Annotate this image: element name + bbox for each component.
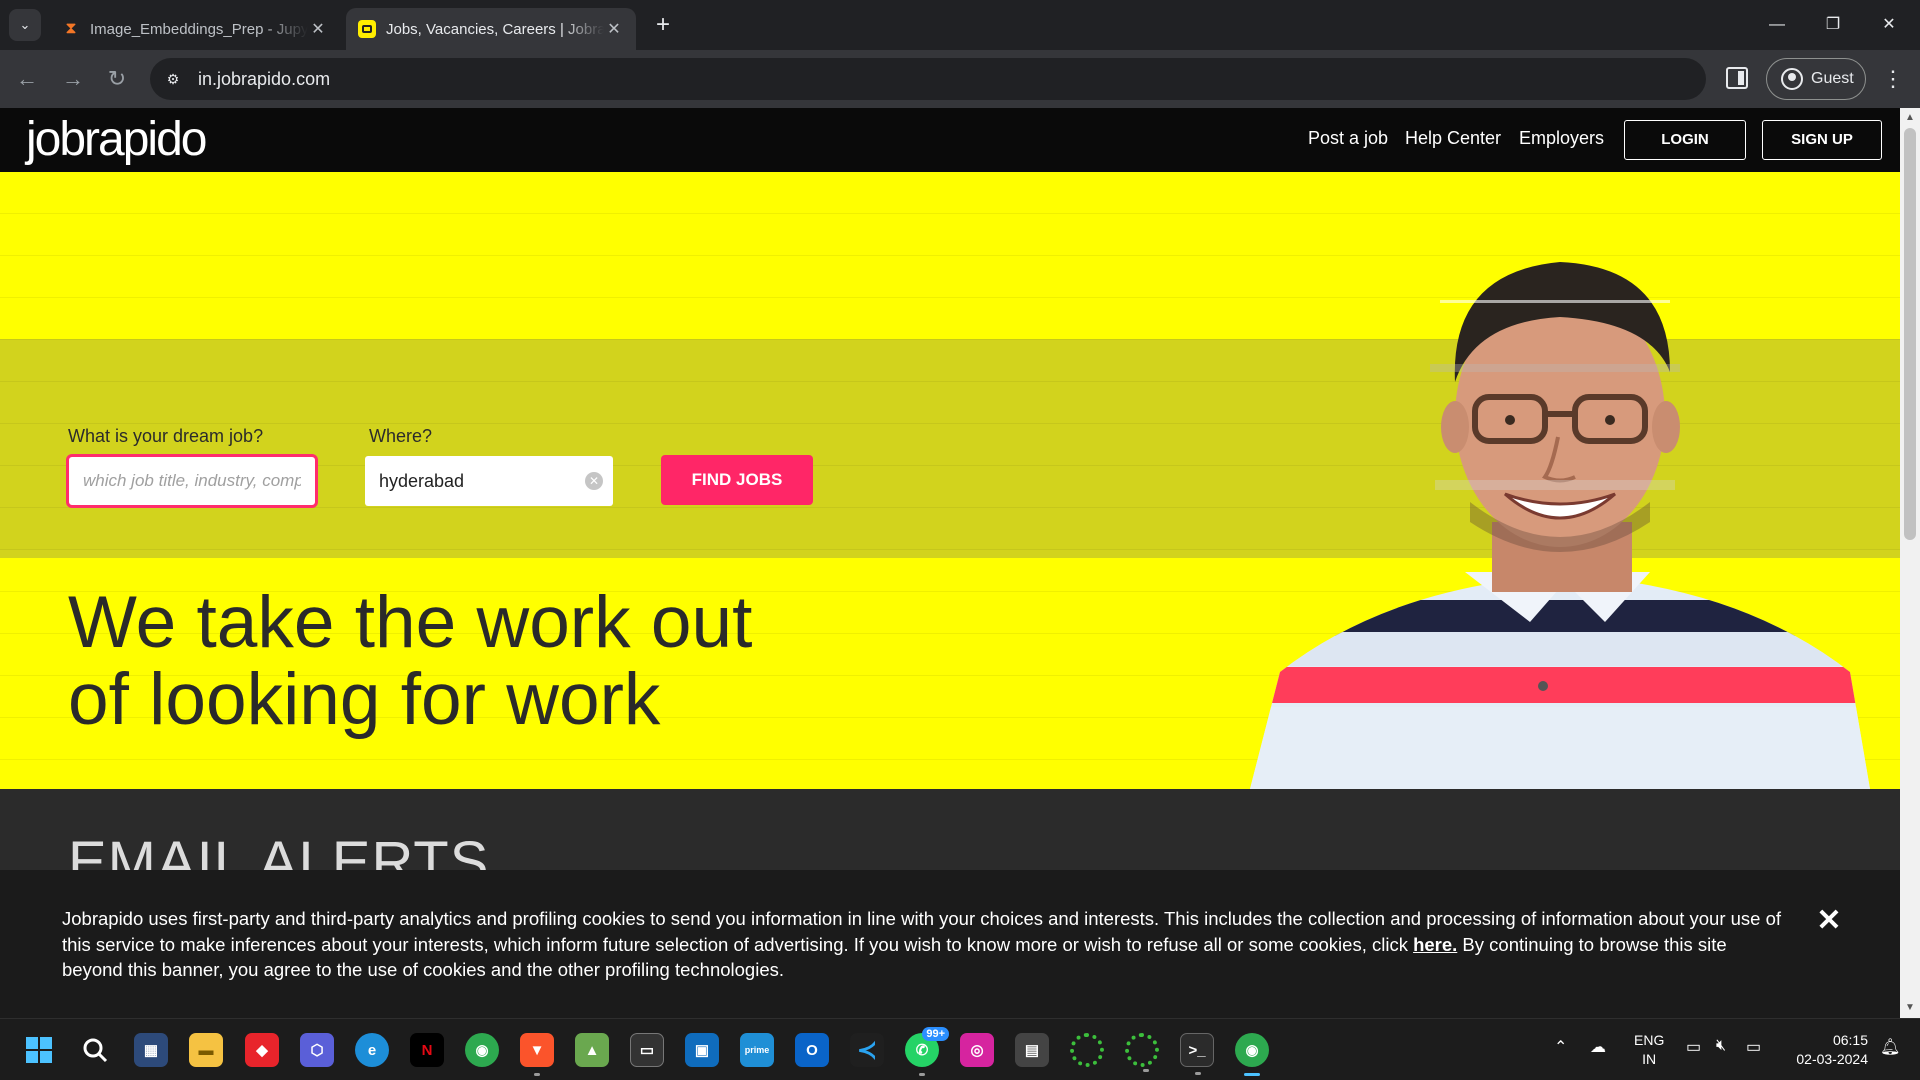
network-icon[interactable]: ▭ (1686, 1037, 1701, 1057)
windows-taskbar: ▦ ▬ ◆ ⬡ e N ◉ ▼ ▲ ▭ ▣ prime O ≺ ✆ 99+ ◎ ▤… (0, 1018, 1920, 1080)
whatsapp-badge: 99+ (922, 1027, 949, 1041)
language-indicator[interactable]: ENG IN (1634, 1031, 1664, 1069)
clock[interactable]: 06:15 02-03-2024 (1786, 1031, 1868, 1069)
forward-arrow-icon[interactable]: → (56, 62, 90, 96)
widgets-icon[interactable]: ▦ (134, 1033, 168, 1067)
reload-icon[interactable]: ↻ (100, 62, 134, 96)
clock-time: 06:15 (1832, 1032, 1868, 1048)
site-header: jobrapido Post a job Help Center Employe… (0, 108, 1900, 172)
clear-input-icon[interactable]: ✕ (585, 472, 603, 490)
window-close-icon[interactable]: ✕ (1866, 10, 1912, 40)
scroll-thumb[interactable] (1904, 128, 1916, 540)
windows-start-icon[interactable] (22, 1033, 56, 1067)
where-field[interactable]: ✕ (365, 456, 613, 506)
scroll-up-arrow-icon[interactable]: ▲ (1900, 110, 1920, 126)
where-label: Where? (369, 426, 433, 446)
tab-jobrapido[interactable]: Jobs, Vacancies, Careers | Jobrapido ✕ (346, 8, 636, 50)
cookie-more-info-link[interactable]: here. (1413, 934, 1457, 955)
whatsapp-icon[interactable]: ✆ 99+ (905, 1027, 949, 1076)
cookie-close-icon[interactable]: ✕ (1814, 906, 1844, 936)
browser-toolbar: ← → ↻ ⚙ in.jobrapido.com Guest ⋮ (0, 50, 1920, 108)
tab-jupyter[interactable]: ⧗ Image_Embeddings_Prep - Jupyter ✕ (50, 8, 340, 50)
language-line-2: IN (1642, 1051, 1657, 1067)
minimize-icon[interactable]: — (1754, 10, 1800, 40)
chrome-icon[interactable]: ◉ (465, 1033, 499, 1067)
restore-icon[interactable]: ❐ (1810, 10, 1856, 40)
notification-bell-icon[interactable]: 🔔︎ (1880, 1037, 1900, 1057)
kebab-menu-icon[interactable]: ⋮ (1882, 64, 1904, 94)
tab-title: Image_Embeddings_Prep - Jupyter (90, 20, 308, 38)
address-bar[interactable]: ⚙ in.jobrapido.com (150, 58, 1706, 100)
anydesk-icon[interactable]: ◆ (245, 1033, 279, 1067)
cookie-text: Jobrapido uses first-party and third-par… (62, 906, 1782, 983)
jobrapido-favicon (358, 20, 376, 38)
brave-icon[interactable]: ▼ (520, 1033, 554, 1076)
login-button[interactable]: LOGIN (1624, 120, 1746, 160)
hourglass-icon: ⧗ (65, 20, 77, 37)
page-viewport: jobrapido Post a job Help Center Employe… (0, 108, 1900, 1018)
edge-icon[interactable]: e (355, 1033, 389, 1067)
location-input[interactable] (365, 456, 575, 506)
search-icon[interactable] (78, 1033, 112, 1067)
tab-title: Jobs, Vacancies, Careers | Jobrapido (386, 20, 604, 38)
find-jobs-button[interactable]: FIND JOBS (661, 455, 813, 505)
language-line-1: ENG (1634, 1032, 1665, 1048)
cookie-banner: Jobrapido uses first-party and third-par… (0, 870, 1900, 1018)
hero-headline: We take the work out of looking for work (68, 584, 868, 738)
tab-close-icon[interactable]: ✕ (604, 19, 624, 39)
instagram-icon[interactable]: ◎ (960, 1033, 994, 1067)
job-label: What is your dream job? (68, 426, 264, 446)
job-search-input[interactable] (66, 454, 318, 508)
jobrapido-logo[interactable]: jobrapido (26, 112, 207, 167)
headline-line-1: We take the work out (68, 582, 753, 663)
url-text[interactable]: in.jobrapido.com (198, 69, 330, 90)
terminal-window-icon[interactable]: ▭ (630, 1033, 664, 1067)
photos-icon[interactable]: ▲ (575, 1033, 609, 1067)
profile-label: Guest (1811, 70, 1854, 87)
back-arrow-icon[interactable]: ← (10, 62, 44, 96)
signup-button[interactable]: SIGN UP (1762, 120, 1882, 160)
page-scrollbar[interactable]: ▲ ▼ (1900, 108, 1920, 1018)
netflix-icon[interactable]: N (410, 1033, 444, 1067)
loading-app-icon-2[interactable] (1125, 1033, 1159, 1072)
volume-muted-icon[interactable]: 🔇︎ (1716, 1037, 1726, 1055)
store-icon[interactable]: ▣ (685, 1033, 719, 1067)
profile-button[interactable]: Guest (1766, 58, 1866, 100)
tab-search-chevron-icon[interactable]: ⌄ (9, 9, 41, 41)
site-info-icon[interactable]: ⚙ (162, 68, 184, 90)
headline-line-2: of looking for work (68, 659, 661, 740)
post-job-link[interactable]: Post a job (1308, 128, 1388, 149)
clock-date: 02-03-2024 (1796, 1051, 1868, 1067)
profile-icon (1781, 68, 1803, 90)
tray-chevron-up-icon[interactable]: ⌃ (1554, 1037, 1567, 1057)
chrome-active-icon[interactable]: ◉ (1235, 1033, 1269, 1076)
hero-person-image (1250, 262, 1870, 789)
hero-section: What is your dream job? Where? ✕ FIND JO… (0, 172, 1900, 789)
onedrive-cloud-icon[interactable]: ☁ (1590, 1037, 1606, 1057)
battery-icon[interactable]: ▭ (1746, 1037, 1761, 1057)
outlook-icon[interactable]: O (795, 1033, 829, 1067)
copilot-icon[interactable]: ⬡ (300, 1033, 334, 1067)
vscode-icon[interactable]: ≺ (850, 1033, 884, 1067)
prime-video-icon[interactable]: prime (740, 1033, 774, 1067)
file-explorer-icon[interactable]: ▬ (189, 1033, 223, 1067)
scroll-down-arrow-icon[interactable]: ▼ (1900, 1000, 1920, 1016)
tab-close-icon[interactable]: ✕ (308, 19, 328, 39)
browser-tab-strip: ⌄ ⧗ Image_Embeddings_Prep - Jupyter ✕ Jo… (0, 0, 1920, 50)
command-prompt-icon[interactable]: >_ (1180, 1033, 1214, 1075)
help-center-link[interactable]: Help Center (1405, 128, 1501, 149)
employers-link[interactable]: Employers (1519, 128, 1604, 149)
app-window-icon[interactable]: ▤ (1015, 1033, 1049, 1067)
loading-app-icon[interactable] (1070, 1033, 1104, 1067)
new-tab-plus-icon[interactable]: + (650, 12, 676, 38)
side-panel-icon[interactable] (1726, 67, 1748, 89)
